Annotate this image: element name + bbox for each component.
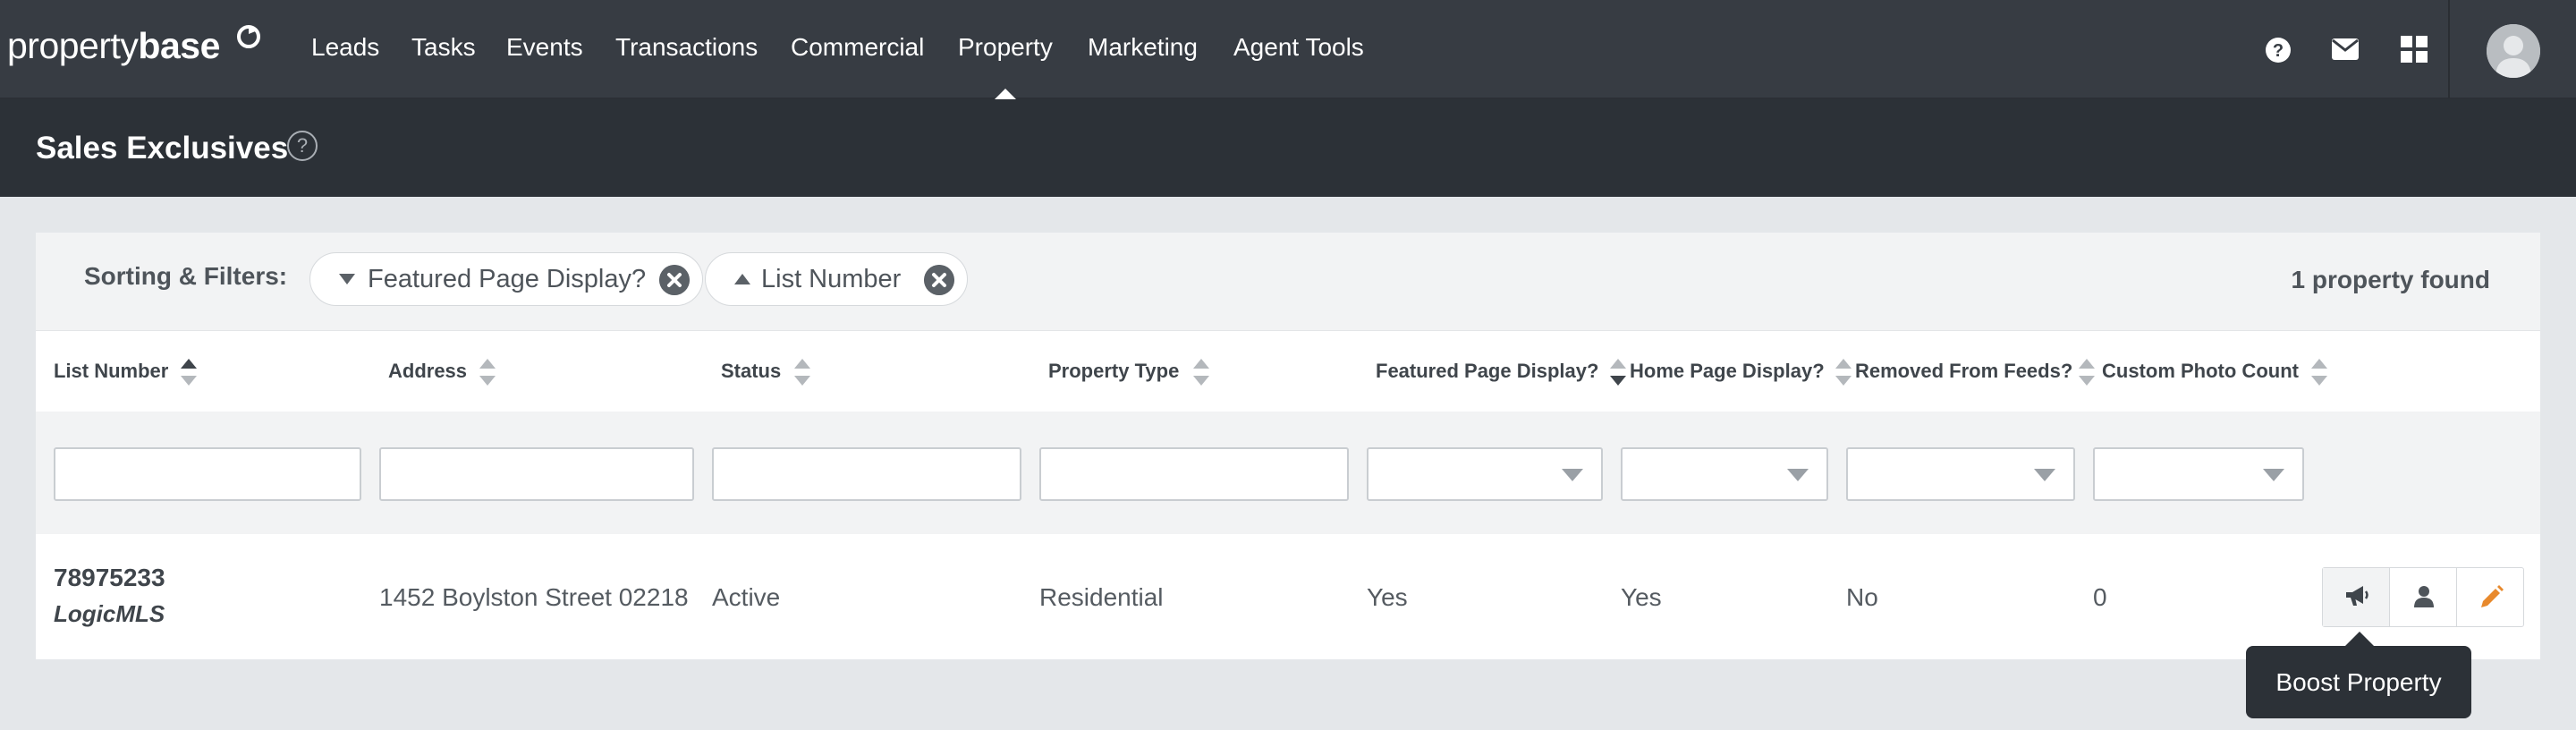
cell-address: 1452 Boylston Street 02218 xyxy=(379,583,689,611)
sort-asc-icon xyxy=(734,274,750,284)
nav-item-transactions[interactable]: Transactions xyxy=(615,33,758,62)
removed-from-feeds-filter-select[interactable] xyxy=(1846,447,2075,501)
page-header: Sales Exclusives ? xyxy=(0,99,2576,197)
sort-icon[interactable] xyxy=(1835,359,1852,386)
user-avatar[interactable] xyxy=(2487,24,2540,78)
megaphone-icon xyxy=(2346,586,2368,606)
remove-filter-icon[interactable] xyxy=(924,265,954,295)
cell-home-page-display: Yes xyxy=(1621,583,1662,611)
logo-text-part2: base xyxy=(138,25,220,66)
nav-item-agent-tools[interactable]: Agent Tools xyxy=(1233,33,1364,62)
cell-featured-page-display: Yes xyxy=(1367,583,1408,611)
pencil-icon xyxy=(2481,585,2504,607)
cell-property-type: Residential xyxy=(1039,583,1164,611)
nav-item-leads[interactable]: Leads xyxy=(311,33,379,62)
page-help-icon[interactable]: ? xyxy=(287,131,318,161)
propertybase-logo[interactable]: propertybase xyxy=(7,25,260,67)
sort-icon[interactable] xyxy=(2311,359,2327,386)
nav-item-marketing[interactable]: Marketing xyxy=(1088,33,1198,62)
column-header-home-page-display[interactable]: Home Page Display? xyxy=(1630,360,1825,383)
boost-property-tooltip: Boost Property xyxy=(2246,646,2471,718)
nav-item-events[interactable]: Events xyxy=(506,33,583,62)
column-header-removed-from-feeds[interactable]: Removed From Feeds? xyxy=(1855,360,2072,383)
sorting-filters-label: Sorting & Filters: xyxy=(84,262,288,290)
sorting-filters-bar: Sorting & Filters: Featured Page Display… xyxy=(36,233,2540,331)
chevron-down-icon xyxy=(1787,469,1809,481)
cell-removed-from-feeds: No xyxy=(1846,583,1878,611)
chevron-down-icon xyxy=(2263,469,2284,481)
person-icon xyxy=(2414,586,2434,607)
cell-status: Active xyxy=(712,583,781,611)
edit-property-button[interactable] xyxy=(2457,568,2524,626)
column-header-featured-page-display[interactable]: Featured Page Display? xyxy=(1376,360,1598,383)
cell-custom-photo-count: 0 xyxy=(2093,583,2107,611)
column-header-list-number[interactable]: List Number xyxy=(54,360,168,383)
properties-card: Sorting & Filters: Featured Page Display… xyxy=(36,233,2540,659)
boost-property-button[interactable] xyxy=(2323,568,2390,626)
property-type-filter-input[interactable] xyxy=(1039,447,1349,501)
column-filter-row xyxy=(36,412,2540,534)
column-header-address[interactable]: Address xyxy=(388,360,467,383)
chevron-down-icon xyxy=(2034,469,2055,481)
list-number-filter-input[interactable] xyxy=(54,447,361,501)
table-row[interactable]: 78975233 LogicMLS 1452 Boylston Street 0… xyxy=(36,534,2540,659)
svg-text:?: ? xyxy=(2273,41,2284,61)
nav-item-commercial[interactable]: Commercial xyxy=(791,33,924,62)
nav-item-tasks[interactable]: Tasks xyxy=(411,33,476,62)
sort-icon[interactable] xyxy=(1193,359,1209,386)
remove-filter-icon[interactable] xyxy=(659,265,690,295)
sort-desc-active-icon[interactable] xyxy=(1610,359,1626,386)
nav-item-property[interactable]: Property xyxy=(958,33,1053,62)
assign-contact-button[interactable] xyxy=(2390,568,2457,626)
featured-page-display-filter-select[interactable] xyxy=(1367,447,1603,501)
table-header-row: List Number Address Status Property Type… xyxy=(36,331,2540,412)
address-filter-input[interactable] xyxy=(379,447,694,501)
avatar-person-icon xyxy=(2487,24,2540,78)
home-page-display-filter-select[interactable] xyxy=(1621,447,1828,501)
column-header-property-type[interactable]: Property Type xyxy=(1048,360,1179,383)
sort-icon[interactable] xyxy=(479,359,496,386)
chip-label: Featured Page Display? xyxy=(368,265,647,293)
status-filter-input[interactable] xyxy=(712,447,1021,501)
sort-icon[interactable] xyxy=(2079,359,2095,386)
sort-icon[interactable] xyxy=(794,359,810,386)
active-nav-indicator xyxy=(995,89,1016,99)
column-header-status[interactable]: Status xyxy=(721,360,781,383)
sort-desc-icon xyxy=(339,274,355,284)
logo-text-part1: property xyxy=(7,25,139,66)
column-header-custom-photo-count[interactable]: Custom Photo Count xyxy=(2102,360,2299,383)
cell-list-source: LogicMLS xyxy=(54,600,165,627)
sort-asc-active-icon[interactable] xyxy=(181,359,197,386)
row-action-buttons xyxy=(2322,567,2524,627)
apps-grid-icon[interactable] xyxy=(2401,36,2428,63)
filter-chip-list-number[interactable]: List Number xyxy=(705,252,968,306)
chevron-down-icon xyxy=(1562,469,1583,481)
top-navigation: propertybase Leads Tasks Events Transact… xyxy=(0,0,2576,99)
page-title: Sales Exclusives xyxy=(36,131,289,166)
cell-list-number[interactable]: 78975233 xyxy=(54,564,165,592)
tooltip-arrow xyxy=(2345,632,2374,646)
logo-mark-icon xyxy=(237,25,260,48)
nav-divider xyxy=(2448,0,2450,98)
chip-label: List Number xyxy=(761,265,902,293)
filter-chip-featured-page-display[interactable]: Featured Page Display? xyxy=(309,252,703,306)
custom-photo-count-filter-select[interactable] xyxy=(2093,447,2304,501)
help-icon[interactable]: ? xyxy=(2264,36,2292,64)
result-count: 1 property found xyxy=(2291,266,2490,293)
mail-icon[interactable] xyxy=(2332,38,2359,60)
